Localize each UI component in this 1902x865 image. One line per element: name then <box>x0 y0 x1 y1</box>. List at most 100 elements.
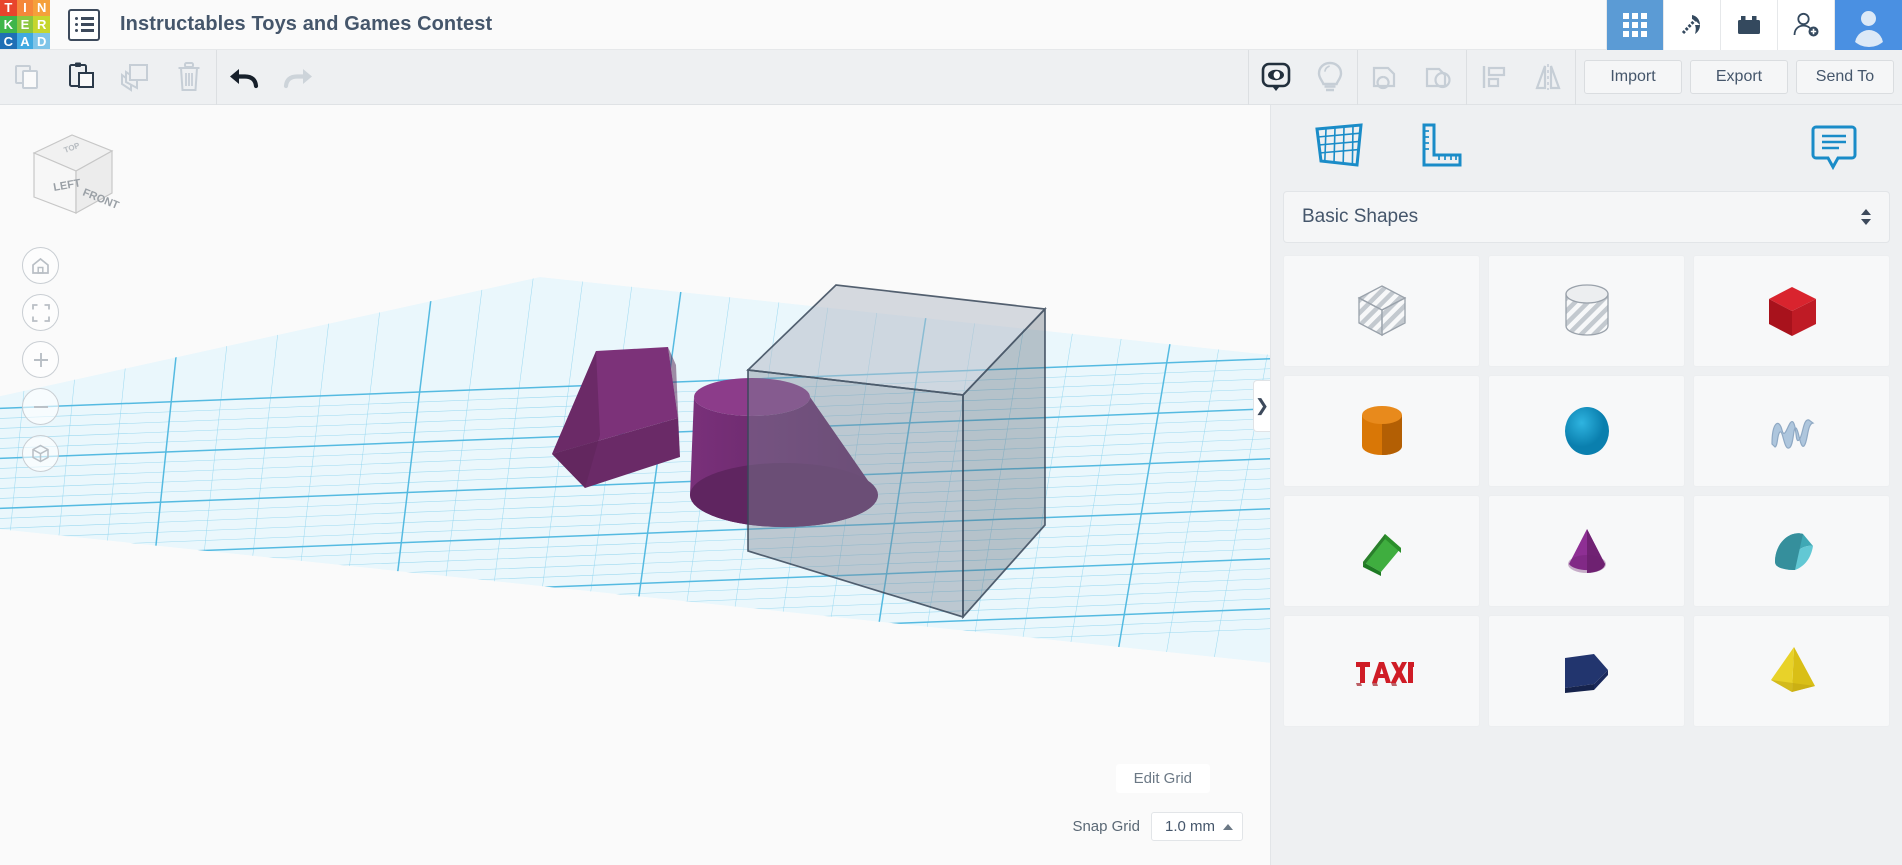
copy-icon <box>15 65 38 89</box>
cube-view-icon <box>32 444 49 463</box>
highlight-button[interactable] <box>1303 50 1357 105</box>
clipboard-paste-icon <box>69 62 94 88</box>
logo-cell-a: A <box>16 32 34 50</box>
logo-cell-c: C <box>0 32 17 50</box>
logo-cell-t: T <box>0 0 17 17</box>
logo-cell-d: D <box>33 32 50 50</box>
logo-cell-k: K <box>0 16 17 33</box>
trash-icon <box>178 62 200 91</box>
shape-sphere[interactable] <box>1488 375 1685 487</box>
zoom-out-button[interactable] <box>22 388 59 425</box>
send-to-button[interactable]: Send To <box>1796 60 1894 94</box>
home-view-button[interactable] <box>22 247 59 284</box>
pickaxe-icon <box>1681 15 1700 35</box>
shape-cylinder[interactable] <box>1283 375 1480 487</box>
history-tool-group <box>217 50 325 105</box>
list-menu-icon[interactable] <box>68 8 100 41</box>
edit-toolbar: Import Export Send To <box>0 49 1902 105</box>
blocks-button[interactable] <box>1720 0 1777 50</box>
ruler-icon <box>1422 123 1462 167</box>
shape-box-hole[interactable] <box>1283 255 1480 367</box>
zoom-in-button[interactable] <box>22 341 59 378</box>
shape-category-label: Basic Shapes <box>1302 206 1419 227</box>
note-bubble-icon <box>1811 125 1857 171</box>
codeblocks-button[interactable] <box>1663 0 1720 50</box>
plus-icon <box>33 352 48 367</box>
mirror-flip-icon <box>1535 64 1561 90</box>
view-tool-group <box>1249 50 1357 105</box>
shape-pyramid[interactable] <box>1693 615 1890 727</box>
redo-button[interactable] <box>271 50 325 105</box>
caret-up-icon <box>1223 823 1233 830</box>
duplicate-icon <box>121 64 148 92</box>
ungroup-button[interactable] <box>1412 50 1466 105</box>
striped-box-icon <box>1351 280 1413 342</box>
shapes-side-panel: Basic Shapes <box>1270 105 1902 865</box>
edit-grid-button[interactable]: Edit Grid <box>1115 764 1210 793</box>
logo-cell-i: I <box>16 0 34 17</box>
invite-button[interactable] <box>1777 0 1834 50</box>
duplicate-button[interactable] <box>108 50 162 105</box>
brick-icon <box>1738 16 1760 34</box>
yellow-pyramid-icon <box>1761 640 1823 702</box>
copy-button[interactable] <box>0 50 54 105</box>
shape-category-dropdown[interactable]: Basic Shapes <box>1283 191 1890 243</box>
align-button[interactable] <box>1467 50 1521 105</box>
panel-tool-icons <box>1271 105 1902 185</box>
group-button[interactable] <box>1358 50 1412 105</box>
purple-cone-icon <box>1556 520 1618 582</box>
shape-text[interactable] <box>1283 615 1480 727</box>
shape-roof[interactable] <box>1283 495 1480 607</box>
show-hide-button[interactable] <box>1249 50 1303 105</box>
ortho-perspective-button[interactable] <box>22 435 59 472</box>
panel-collapse-toggle[interactable]: ❯ <box>1253 380 1270 432</box>
header-right-actions <box>1606 0 1902 50</box>
3d-workspace-canvas[interactable]: LEFT FRONT TOP ❯ Edit Grid Snap Grid 1.0… <box>0 105 1270 865</box>
note-button[interactable] <box>1784 110 1884 180</box>
shape-polygon[interactable] <box>1488 615 1685 727</box>
view-cube[interactable]: LEFT FRONT TOP <box>20 123 120 223</box>
apps-grid-button[interactable] <box>1606 0 1663 50</box>
snap-grid-dropdown[interactable]: 1.0 mm <box>1150 812 1243 841</box>
ruler-button[interactable] <box>1389 110 1489 180</box>
tinkercad-editor: TINKERCAD Instructables Toys and Games C… <box>0 0 1902 865</box>
grid-9-icon <box>1623 13 1647 37</box>
orange-cylinder-icon <box>1351 400 1413 462</box>
delete-button[interactable] <box>162 50 216 105</box>
fit-frame-icon <box>31 303 50 322</box>
shape-cone[interactable] <box>1488 495 1685 607</box>
lightbulb-icon <box>1317 61 1343 92</box>
tinkercad-logo[interactable]: TINKERCAD <box>0 0 50 50</box>
snap-grid-value: 1.0 mm <box>1164 818 1215 835</box>
minus-icon <box>33 405 48 408</box>
blue-sphere-icon <box>1556 400 1618 462</box>
workplane-button[interactable] <box>1289 110 1389 180</box>
scribble-icon <box>1761 400 1823 462</box>
user-add-icon <box>1793 12 1819 37</box>
shapes-grid <box>1283 255 1890 727</box>
avatar[interactable] <box>1834 0 1902 50</box>
align-tool-group <box>1467 50 1575 105</box>
snap-grid-label: Snap Grid <box>1072 818 1140 835</box>
green-roof-icon <box>1351 520 1413 582</box>
home-icon <box>32 257 49 274</box>
teal-round-roof-icon <box>1761 520 1823 582</box>
undo-button[interactable] <box>217 50 271 105</box>
fit-to-view-button[interactable] <box>22 294 59 331</box>
shape-scribble[interactable] <box>1693 375 1890 487</box>
redo-arrow-icon <box>283 69 312 89</box>
paste-button[interactable] <box>54 50 108 105</box>
navy-polygon-icon <box>1556 640 1618 702</box>
group-shapes-icon <box>1372 66 1396 90</box>
group-tool-group <box>1358 50 1466 105</box>
page-title[interactable]: Instructables Toys and Games Contest <box>120 13 492 36</box>
shape-cylinder-hole[interactable] <box>1488 255 1685 367</box>
export-button[interactable]: Export <box>1690 60 1788 94</box>
mirror-button[interactable] <box>1521 50 1575 105</box>
shape-round-roof[interactable] <box>1693 495 1890 607</box>
snap-grid-control: Snap Grid 1.0 mm <box>1072 812 1243 841</box>
import-button[interactable]: Import <box>1584 60 1682 94</box>
ungroup-shapes-icon <box>1425 67 1451 89</box>
shape-box[interactable] <box>1693 255 1890 367</box>
